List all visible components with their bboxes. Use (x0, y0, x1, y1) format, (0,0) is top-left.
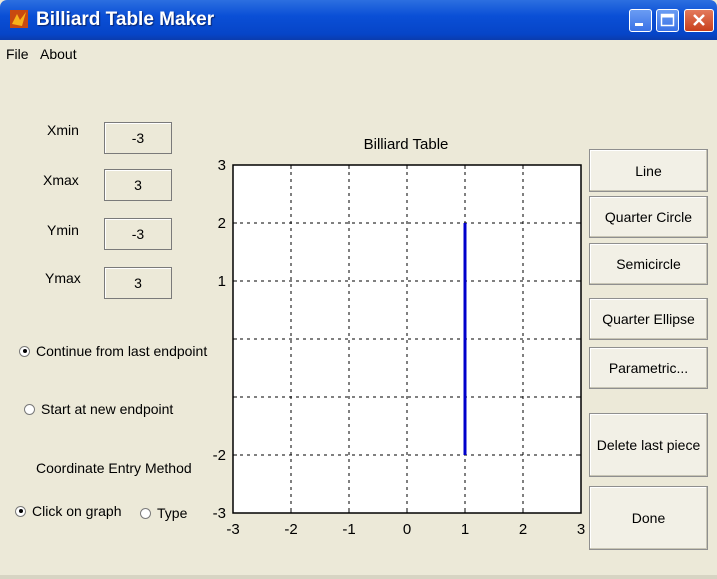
ymin-field[interactable]: -3 (104, 218, 172, 250)
x-tick-label: 2 (519, 521, 527, 538)
continue-from-last-radio[interactable]: Continue from last endpoint (19, 343, 207, 359)
start-new-endpoint-label: Start at new endpoint (41, 401, 174, 417)
x-tick-label: 1 (461, 521, 469, 538)
y-tick-label: 1 (218, 273, 226, 290)
quarter-circle-button[interactable]: Quarter Circle (589, 196, 708, 238)
menu-bar: File About (0, 40, 717, 70)
parametric-button[interactable]: Parametric... (589, 347, 708, 389)
xmin-label: Xmin (47, 122, 79, 138)
radio-selected-icon (19, 345, 30, 357)
x-tick-label: 0 (403, 521, 411, 538)
done-button[interactable]: Done (589, 486, 708, 550)
radio-unselected-icon (140, 507, 151, 519)
grid-lines (233, 165, 581, 513)
xmax-label: Xmax (43, 172, 79, 188)
menu-file[interactable]: File (6, 46, 29, 62)
click-on-graph-radio[interactable]: Click on graph (15, 503, 122, 519)
continue-from-last-label: Continue from last endpoint (36, 343, 208, 359)
maximize-icon (660, 13, 675, 27)
y-tick-label: 3 (218, 157, 226, 174)
window-title: Billiard Table Maker (36, 9, 215, 30)
y-tick-label: 2 (218, 215, 226, 232)
quarter-ellipse-button[interactable]: Quarter Ellipse (589, 298, 708, 340)
start-new-endpoint-radio[interactable]: Start at new endpoint (24, 401, 173, 417)
menu-about[interactable]: About (40, 46, 77, 62)
xmax-field[interactable]: 3 (104, 169, 172, 201)
ymax-label: Ymax (45, 270, 81, 286)
maximize-button[interactable] (656, 9, 679, 32)
radio-unselected-icon (24, 403, 35, 415)
radio-selected-icon (15, 505, 26, 517)
close-button[interactable] (684, 9, 714, 32)
minimize-button[interactable] (629, 9, 652, 32)
x-tick-label: -2 (284, 521, 297, 538)
type-label: Type (157, 505, 188, 521)
x-tick-label: -1 (342, 521, 355, 538)
plot-frame (232, 164, 582, 514)
coordinate-entry-heading: Coordinate Entry Method (36, 460, 192, 476)
x-tick-label: 3 (577, 521, 585, 538)
chart-title: Billiard Table (364, 136, 449, 153)
click-on-graph-label: Click on graph (32, 503, 122, 519)
y-tick-label: -3 (213, 505, 226, 522)
y-tick-label: -2 (213, 447, 226, 464)
ymin-label: Ymin (47, 222, 79, 238)
window-bottom-edge (0, 575, 717, 579)
delete-last-piece-button[interactable]: Delete last piece (589, 413, 708, 477)
close-icon (693, 14, 705, 26)
matlab-logo-icon (10, 10, 28, 28)
x-tick-label: -3 (226, 521, 239, 538)
plot-area[interactable] (232, 164, 582, 514)
axis-ticks: -3 -2 -1 0 1 2 3 -3 -2 1 2 3 (213, 157, 586, 538)
minimize-icon (635, 23, 643, 26)
title-bar: Billiard Table Maker (0, 0, 717, 40)
line-button[interactable]: Line (589, 149, 708, 192)
xmin-field[interactable]: -3 (104, 122, 172, 154)
semicircle-button[interactable]: Semicircle (589, 243, 708, 285)
ymax-field[interactable]: 3 (104, 267, 172, 299)
type-radio[interactable]: Type (140, 505, 187, 521)
